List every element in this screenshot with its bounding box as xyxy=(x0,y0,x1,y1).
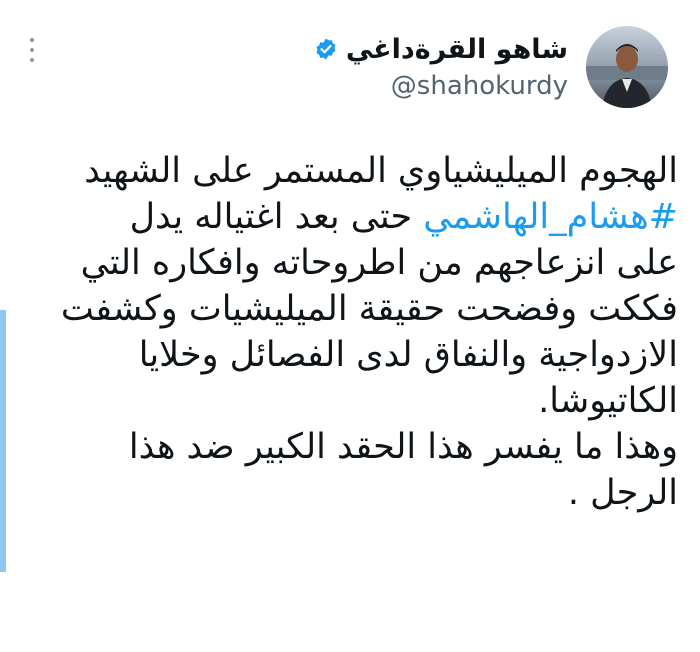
more-options-icon[interactable] xyxy=(30,38,34,62)
hashtag-link[interactable]: #هشام_الهاشمي xyxy=(423,197,678,237)
author-handle[interactable]: @shahokurdy xyxy=(314,71,568,101)
author-names: شاهو القرةداغي @shahokurdy xyxy=(314,34,568,101)
tweet-line: الهجوم الميليشياوي المستمر على الشهيد xyxy=(84,151,678,191)
left-accent-bar xyxy=(0,310,6,572)
author-display-name[interactable]: شاهو القرةداغي xyxy=(346,34,568,65)
tweet-line: وهذا ما يفسر هذا الحقد الكبير ضد هذا xyxy=(128,427,678,467)
tweet-line: الازدواجية والنفاق لدى الفصائل وخلايا xyxy=(138,335,678,375)
tweet-header: شاهو القرةداغي @shahokurdy xyxy=(314,26,668,108)
tweet-line: الرجل . xyxy=(567,473,678,513)
tweet-line: على انزعاجهم من اطروحاته وافكاره التي xyxy=(80,243,678,283)
tweet-line: الكاتيوشا. xyxy=(538,381,678,421)
tweet-text: الهجوم الميليشياوي المستمر على الشهيد #ه… xyxy=(28,148,678,516)
avatar[interactable] xyxy=(586,26,668,108)
verified-badge-icon xyxy=(314,37,338,61)
tweet-line-text: حتى بعد اغتياله يدل xyxy=(129,197,424,237)
tweet-line: فككت وفضحت حقيقة الميليشيات وكشفت xyxy=(60,289,678,329)
tweet-line: #هشام_الهاشمي حتى بعد اغتياله يدل xyxy=(28,194,678,240)
